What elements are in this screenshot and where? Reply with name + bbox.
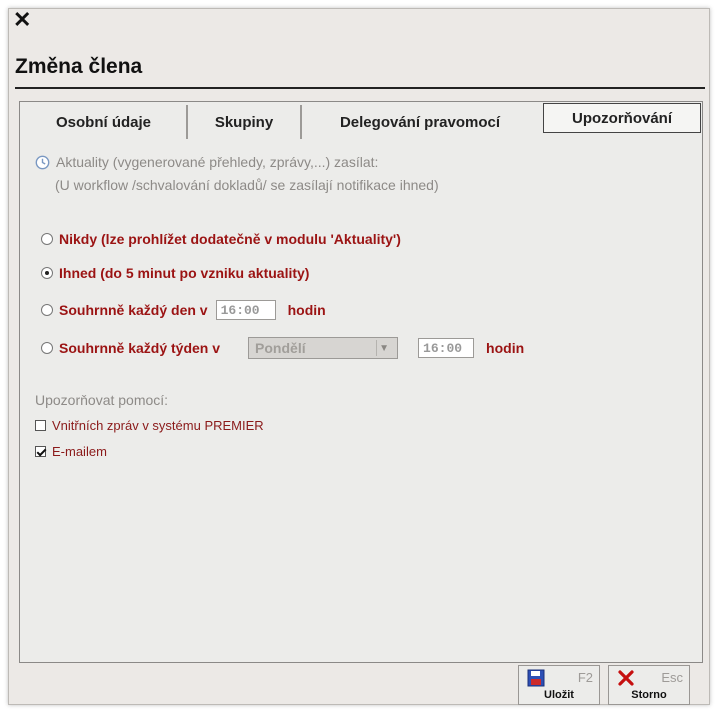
radio-immediate[interactable] bbox=[41, 267, 53, 279]
option-immediate-label: Ihned (do 5 minut po vzniku aktuality) bbox=[59, 265, 310, 281]
tab-personal[interactable]: Osobní údaje bbox=[21, 105, 188, 139]
radio-daily[interactable] bbox=[41, 304, 53, 316]
dialog-window: ✕ Změna člena Osobní údaje Skupiny Deleg… bbox=[8, 7, 710, 705]
cancel-label: Storno bbox=[631, 689, 667, 701]
info-text-1: Aktuality (vygenerované přehledy, zprávy… bbox=[56, 154, 379, 170]
notify-heading: Upozorňovat pomocí: bbox=[35, 392, 169, 408]
chevron-down-icon[interactable]: ▼ bbox=[376, 340, 391, 356]
save-shortcut: F2 bbox=[577, 670, 593, 685]
weekday-value: Pondělí bbox=[255, 340, 306, 356]
option-never-label: Nikdy (lze prohlížet dodatečně v modulu … bbox=[59, 231, 401, 247]
weekday-select[interactable]: Pondělí ▼ bbox=[248, 337, 399, 359]
info-text-2: (U workflow /schvalování dokladů/ se zas… bbox=[55, 177, 439, 193]
info-line-1: Aktuality (vygenerované přehledy, zprávy… bbox=[35, 154, 378, 170]
cancel-button[interactable]: Esc Storno bbox=[608, 665, 690, 705]
close-icon[interactable]: ✕ bbox=[13, 7, 31, 33]
checkbox-internal[interactable] bbox=[35, 420, 46, 431]
option-daily-label: Souhrnně každý den v bbox=[59, 302, 208, 318]
notify-email[interactable]: E-mailem bbox=[35, 444, 107, 459]
save-label: Uložit bbox=[544, 689, 574, 701]
tab-groups[interactable]: Skupiny bbox=[188, 105, 302, 139]
notify-internal[interactable]: Vnitřních zpráv v systému PREMIER bbox=[35, 418, 264, 433]
clock-icon bbox=[35, 155, 50, 169]
dialog-title: Změna člena bbox=[15, 55, 143, 78]
notify-internal-label: Vnitřních zpráv v systému PREMIER bbox=[52, 418, 264, 433]
title-divider bbox=[15, 87, 705, 89]
radio-never[interactable] bbox=[41, 233, 53, 245]
option-never[interactable]: Nikdy (lze prohlížet dodatečně v modulu … bbox=[41, 231, 401, 247]
daily-time-input[interactable]: 16:00 bbox=[215, 300, 276, 320]
weekly-time-input[interactable]: 16:00 bbox=[418, 338, 475, 358]
notify-email-label: E-mailem bbox=[52, 444, 107, 459]
checkbox-email[interactable] bbox=[35, 446, 46, 457]
cancel-shortcut: Esc bbox=[661, 670, 683, 685]
tab-delegation[interactable]: Delegování pravomocí bbox=[302, 105, 538, 139]
save-button[interactable]: F2 Uložit bbox=[518, 665, 600, 705]
daily-suffix: hodin bbox=[287, 302, 326, 318]
weekly-suffix: hodin bbox=[486, 340, 525, 356]
option-daily[interactable]: Souhrnně každý den v 16:00 hodin bbox=[41, 300, 326, 320]
option-immediate[interactable]: Ihned (do 5 minut po vzniku aktuality) bbox=[41, 265, 309, 281]
save-disk-icon bbox=[527, 669, 545, 687]
red-x-icon bbox=[618, 670, 634, 686]
tab-notifications[interactable]: Upozorňování bbox=[543, 103, 701, 133]
option-weekly[interactable]: Souhrnně každý týden v Pondělí ▼ 16:00 h… bbox=[41, 337, 524, 359]
option-weekly-label: Souhrnně každý týden v bbox=[59, 340, 221, 356]
radio-weekly[interactable] bbox=[41, 342, 53, 354]
